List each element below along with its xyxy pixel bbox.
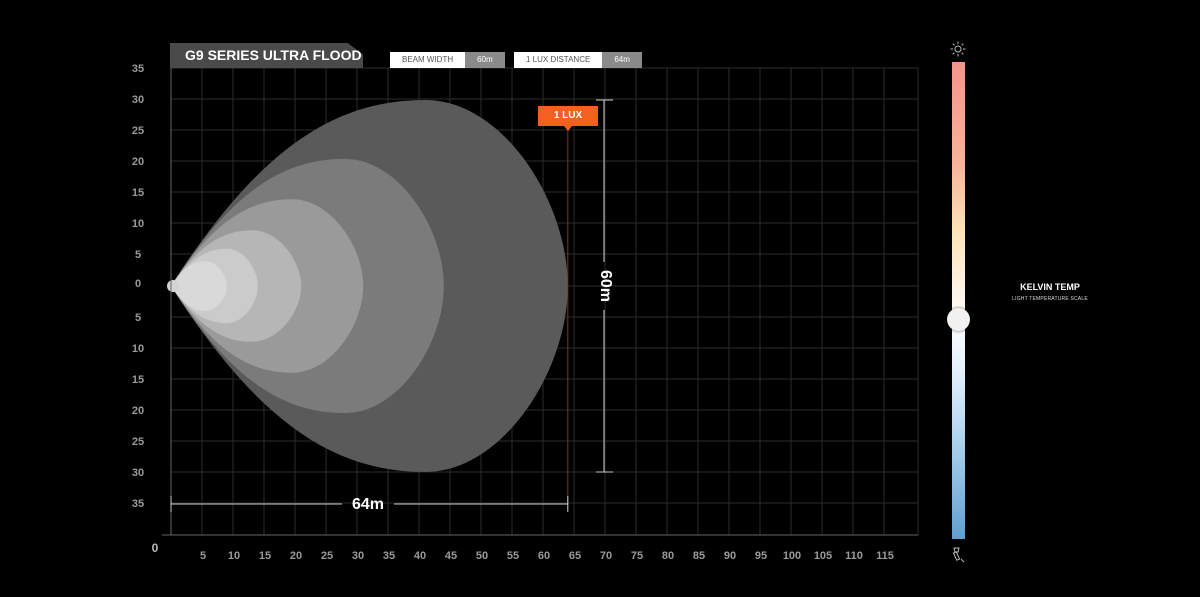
x-tick-labels: 5 10 15 20 25 30 35 40 45 50 55 60 65 70 75 80 85 90 95 100… [200,550,894,562]
y-tick-label: 25 [132,125,144,137]
x-tick-label: 115 [876,550,894,562]
kelvin-temp-title: KELVIN TEMP [1020,282,1080,292]
x-tick-label: 100 [783,550,801,562]
x-tick-label: 10 [228,550,240,562]
x-tick-label: 110 [845,550,863,562]
y-tick-label: 0 [135,278,141,290]
y-tick-labels: 35 30 25 20 15 10 5 0 5 10 15 20 25 30 35 [132,63,144,510]
kelvin-temp-subtitle: LIGHT TEMPERATURE SCALE [1012,296,1088,302]
y-tick-label: 20 [132,156,144,168]
y-tick-label: 15 [132,374,144,386]
distance-dimension-label: 64m [352,496,384,513]
x-origin-label: 0 [152,541,159,555]
flashlight-icon [952,547,965,563]
beam-width-label: BEAM WIDTH [390,52,466,68]
beam-contours [167,100,568,472]
y-tick-label: 20 [132,405,144,417]
y-tick-label: 35 [132,63,144,75]
x-tick-label: 5 [200,550,206,562]
lux-distance-badge: 1 LUX DISTANCE 64m [514,52,642,68]
beam-width-badge: BEAM WIDTH 60m [390,52,505,68]
x-tick-label: 60 [538,550,550,562]
y-tick-label: 25 [132,436,144,448]
y-tick-label: 10 [132,218,144,230]
beam-width-value: 60m [465,52,505,68]
x-tick-label: 105 [814,550,832,562]
light-source-point [167,280,179,292]
beam-width-dimension-label: 60m [597,270,614,302]
x-tick-label: 25 [321,550,333,562]
x-tick-label: 40 [414,550,426,562]
y-tick-label: 5 [135,249,141,261]
y-tick-label: 30 [132,467,144,479]
y-tick-label: 30 [132,94,144,106]
x-tick-label: 75 [631,550,643,562]
x-tick-label: 65 [569,550,581,562]
x-tick-label: 85 [693,550,705,562]
y-tick-label: 5 [135,312,141,324]
y-tick-label: 10 [132,343,144,355]
x-tick-label: 90 [724,550,736,562]
chart-title: G9 SERIES ULTRA FLOOD [170,43,363,68]
kelvin-slider-handle[interactable] [947,308,970,332]
one-lux-marker: 1 LUX [538,106,598,131]
x-tick-label: 20 [290,550,302,562]
y-tick-label: 35 [132,498,144,510]
x-tick-label: 80 [662,550,674,562]
sun-icon [950,41,966,57]
lux-distance-value: 64m [602,52,642,68]
x-tick-label: 30 [352,550,364,562]
x-tick-label: 95 [755,550,767,562]
y-tick-label: 15 [132,187,144,199]
x-tick-label: 45 [445,550,457,562]
x-tick-label: 50 [476,550,488,562]
x-tick-label: 15 [259,550,271,562]
x-tick-label: 35 [383,550,395,562]
lux-distance-label: 1 LUX DISTANCE [514,52,603,68]
kelvin-scale-bar [952,62,965,539]
x-tick-label: 55 [507,550,519,562]
x-tick-label: 70 [600,550,612,562]
beam-contour [171,261,227,311]
